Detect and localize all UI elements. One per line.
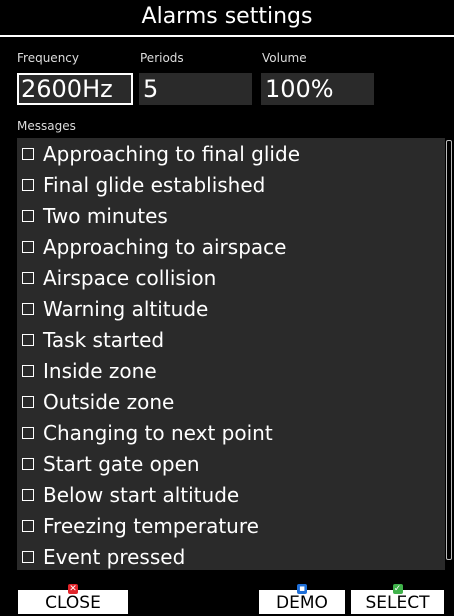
list-item[interactable]: Approaching to airspace bbox=[17, 231, 445, 262]
list-item-label: Freezing temperature bbox=[43, 513, 259, 538]
list-item-label: Start gate open bbox=[43, 451, 200, 476]
list-item[interactable]: Two minutes bbox=[17, 200, 445, 231]
close-button-label: CLOSE bbox=[45, 593, 101, 613]
checkbox-icon[interactable] bbox=[22, 457, 34, 470]
list-item-label: Changing to next point bbox=[43, 420, 273, 445]
messages-list[interactable]: Approaching to final glide Final glide e… bbox=[17, 138, 445, 570]
checkbox-icon[interactable] bbox=[22, 364, 34, 377]
checkbox-icon[interactable] bbox=[22, 147, 34, 160]
checkbox-icon[interactable] bbox=[22, 209, 34, 222]
list-item[interactable]: Warning altitude bbox=[17, 293, 445, 324]
list-item[interactable]: Below start altitude bbox=[17, 479, 445, 510]
close-button[interactable]: ✕ CLOSE bbox=[18, 584, 128, 614]
demo-button-label: DEMO bbox=[276, 593, 328, 613]
list-item-label: Event pressed bbox=[43, 544, 186, 569]
list-item-label: Two minutes bbox=[43, 203, 168, 228]
list-item-label: Warning altitude bbox=[43, 296, 209, 321]
square-dot-icon: ▪ bbox=[297, 584, 307, 594]
checkbox-icon[interactable] bbox=[22, 488, 34, 501]
list-item[interactable]: Task started bbox=[17, 324, 445, 355]
list-item[interactable]: Freezing temperature bbox=[17, 510, 445, 541]
list-item-label: Approaching to final glide bbox=[43, 141, 300, 166]
list-item-label: Inside zone bbox=[43, 358, 157, 383]
list-item[interactable]: Approaching to final glide bbox=[17, 138, 445, 169]
list-item-label: Task started bbox=[43, 327, 165, 352]
checkbox-icon[interactable] bbox=[22, 519, 34, 532]
list-item[interactable]: Start gate open bbox=[17, 448, 445, 479]
select-button-label: SELECT bbox=[365, 593, 430, 613]
checkbox-icon[interactable] bbox=[22, 302, 34, 315]
checkbox-icon[interactable] bbox=[22, 178, 34, 191]
window-title: Alarms settings bbox=[0, 0, 454, 37]
list-item-label: Below start altitude bbox=[43, 482, 240, 507]
list-item-label: Airspace collision bbox=[43, 265, 217, 290]
list-item[interactable]: Event pressed bbox=[17, 541, 445, 570]
frequency-field[interactable]: 2600Hz bbox=[17, 73, 133, 105]
list-item-label: Outside zone bbox=[43, 389, 175, 414]
checkbox-icon[interactable] bbox=[22, 395, 34, 408]
select-button[interactable]: ✓ SELECT bbox=[351, 584, 444, 614]
list-item-label: Approaching to airspace bbox=[43, 234, 287, 259]
frequency-label: Frequency bbox=[17, 51, 79, 65]
checkbox-icon[interactable] bbox=[22, 333, 34, 346]
checkbox-icon[interactable] bbox=[22, 271, 34, 284]
list-item[interactable]: Airspace collision bbox=[17, 262, 445, 293]
scrollbar-thumb[interactable] bbox=[446, 140, 452, 560]
messages-label: Messages bbox=[17, 119, 76, 133]
periods-label: Periods bbox=[140, 51, 184, 65]
list-item[interactable]: Inside zone bbox=[17, 355, 445, 386]
check-icon: ✓ bbox=[392, 584, 403, 594]
list-item[interactable]: Changing to next point bbox=[17, 417, 445, 448]
periods-field[interactable]: 5 bbox=[139, 73, 252, 105]
list-item[interactable]: Final glide established bbox=[17, 169, 445, 200]
checkbox-icon[interactable] bbox=[22, 426, 34, 439]
list-item[interactable]: Outside zone bbox=[17, 386, 445, 417]
checkbox-icon[interactable] bbox=[22, 240, 34, 253]
volume-field[interactable]: 100% bbox=[261, 73, 374, 105]
list-item-label: Final glide established bbox=[43, 172, 266, 197]
volume-label: Volume bbox=[262, 51, 307, 65]
checkbox-icon[interactable] bbox=[22, 550, 34, 563]
demo-button[interactable]: ▪ DEMO bbox=[259, 584, 345, 614]
close-x-icon: ✕ bbox=[68, 584, 78, 594]
